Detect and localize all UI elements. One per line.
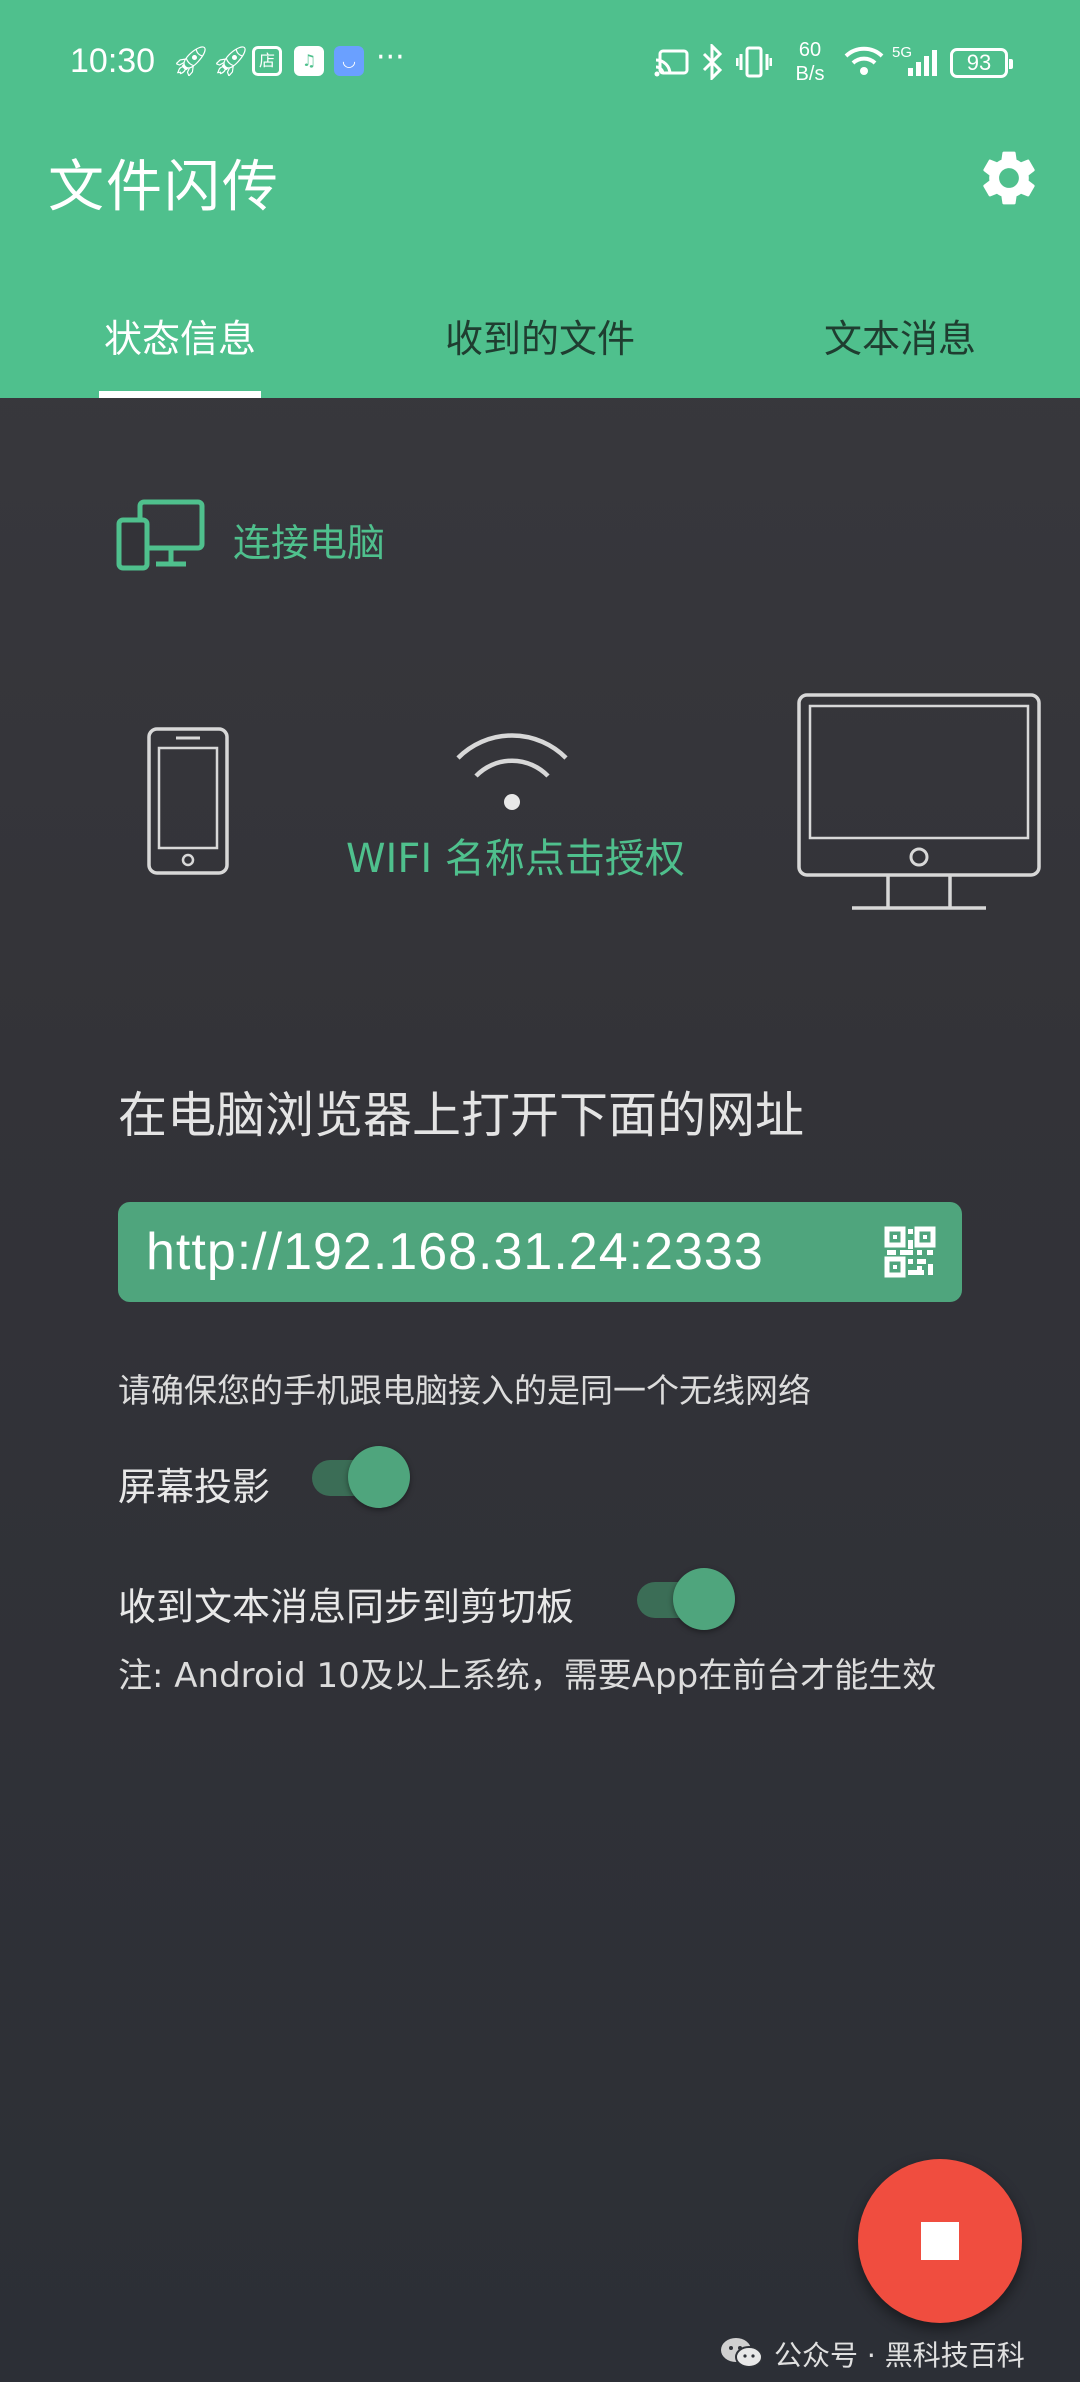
phone-icon [147, 727, 229, 875]
bluetooth-icon [702, 44, 723, 80]
screen-projection-switch[interactable] [312, 1446, 410, 1508]
stop-icon [921, 2222, 959, 2260]
qr-code-icon[interactable] [884, 1226, 936, 1278]
tab-status-info[interactable]: 状态信息 [99, 308, 261, 363]
rocket-icon: 🚀︎ [172, 44, 211, 79]
connect-computer-label: 连接电脑 [233, 521, 386, 565]
wifi-icon [844, 46, 884, 75]
devices-icon [116, 499, 205, 571]
battery-icon: 93 [950, 48, 1013, 78]
url-box[interactable]: http://192.168.31.24:2333 [118, 1202, 962, 1302]
tab-received-files[interactable]: 收到的文件 [430, 308, 650, 363]
watermark-text: 公众号 · 黑科技百科 [774, 2339, 1025, 2372]
status-bar: 10:30 🚀︎ 🚀︎ 店 ♫ ◡ ··· 60 B/s 5G 93 [0, 0, 1080, 120]
watermark: 公众号 · 黑科技百科 [720, 2334, 1060, 2374]
wifi-signal-icon [456, 733, 568, 810]
more-icon: ··· [376, 40, 405, 75]
cast-icon [654, 49, 689, 77]
vibrate-icon [736, 46, 772, 78]
app-bar: 10:30 🚀︎ 🚀︎ 店 ♫ ◡ ··· 60 B/s 5G 93 文件闪传 … [0, 0, 1080, 398]
app-title: 文件闪传 [48, 155, 280, 220]
rocket-icon: 🚀︎ [212, 44, 251, 79]
wechat-icon [721, 2338, 763, 2368]
app-icon: ◡ [334, 46, 364, 76]
open-in-browser-title: 在电脑浏览器上打开下面的网址 [118, 1087, 805, 1144]
clipboard-sync-switch[interactable] [637, 1568, 735, 1630]
signal-icon [908, 50, 937, 76]
wifi-authorize-link[interactable]: WIFI 名称点击授权 [346, 826, 686, 884]
clipboard-sync-label: 收到文本消息同步到剪切板 [118, 1585, 575, 1629]
network-speed: 60 B/s [795, 39, 825, 85]
status-time: 10:30 [70, 42, 156, 80]
android-version-note: 注: Android 10及以上系统，需要App在前台才能生效 [118, 1656, 937, 1696]
tab-indicator [99, 391, 261, 398]
music-icon: ♫ [294, 46, 324, 76]
settings-gear-icon[interactable] [976, 145, 1042, 211]
screen-projection-label: 屏幕投影 [118, 1465, 271, 1509]
monitor-icon [797, 693, 1041, 910]
switch-thumb [348, 1446, 410, 1508]
store-icon: 店 [252, 46, 282, 76]
tab-text-messages[interactable]: 文本消息 [810, 308, 990, 363]
tab-bar: 状态信息 收到的文件 文本消息 [0, 290, 1080, 398]
stop-service-button[interactable] [858, 2159, 1022, 2323]
same-network-note: 请确保您的手机跟电脑接入的是同一个无线网络 [118, 1371, 811, 1410]
url-text[interactable]: http://192.168.31.24:2333 [146, 1222, 764, 1282]
switch-thumb [673, 1568, 735, 1630]
